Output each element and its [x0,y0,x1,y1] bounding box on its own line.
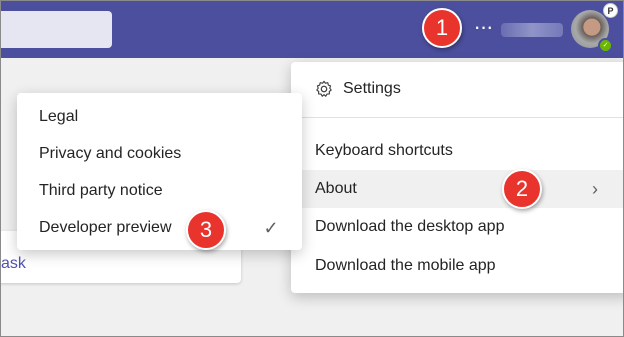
menu-item-label: Download the mobile app [315,257,496,274]
submenu-item-developer-preview[interactable]: Developer preview ✓ [17,209,302,247]
about-submenu: Legal Privacy and cookies Third party no… [17,93,302,250]
avatar-badge: P [603,3,618,18]
submenu-item-legal[interactable]: Legal [17,98,302,136]
submenu-item-label: Third party notice [39,182,163,199]
presence-available-icon: ✓ [598,38,613,53]
checkmark-icon: ✓ [263,218,279,238]
more-options-icon[interactable]: ··· [471,15,495,39]
menu-item-settings[interactable]: Settings [291,70,623,108]
menu-item-keyboard-shortcuts[interactable]: Keyboard shortcuts [291,132,623,170]
submenu-item-third-party[interactable]: Third party notice [17,172,302,210]
menu-item-label: About [315,180,357,197]
gear-icon [316,80,332,97]
menu-item-download-desktop[interactable]: Download the desktop app [291,208,623,246]
callout-3: 3 [186,210,226,250]
menu-item-label: Keyboard shortcuts [315,142,453,159]
callout-1: 1 [422,8,462,48]
menu-item-about[interactable]: About › [291,170,623,208]
callout-2: 2 [502,169,542,209]
submenu-item-label: Developer preview [39,219,172,236]
submenu-item-label: Privacy and cookies [39,145,182,162]
chevron-right-icon: › [592,179,598,199]
submenu-item-privacy[interactable]: Privacy and cookies [17,135,302,173]
settings-menu: Settings Keyboard shortcuts About › Down… [291,62,623,293]
menu-item-label: Download the desktop app [315,218,505,235]
window-frame: ··· P ✓ ask Settings Keyboard shortcuts … [0,0,624,337]
submenu-item-label: Legal [39,108,79,125]
menu-divider [291,117,623,118]
top-header-bar: ··· P ✓ [1,1,623,58]
background-card-link[interactable]: ask [1,255,26,273]
settings-label: Settings [343,80,401,97]
menu-item-download-mobile[interactable]: Download the mobile app [291,247,623,285]
blurred-username [501,23,563,37]
search-box[interactable] [1,11,112,48]
